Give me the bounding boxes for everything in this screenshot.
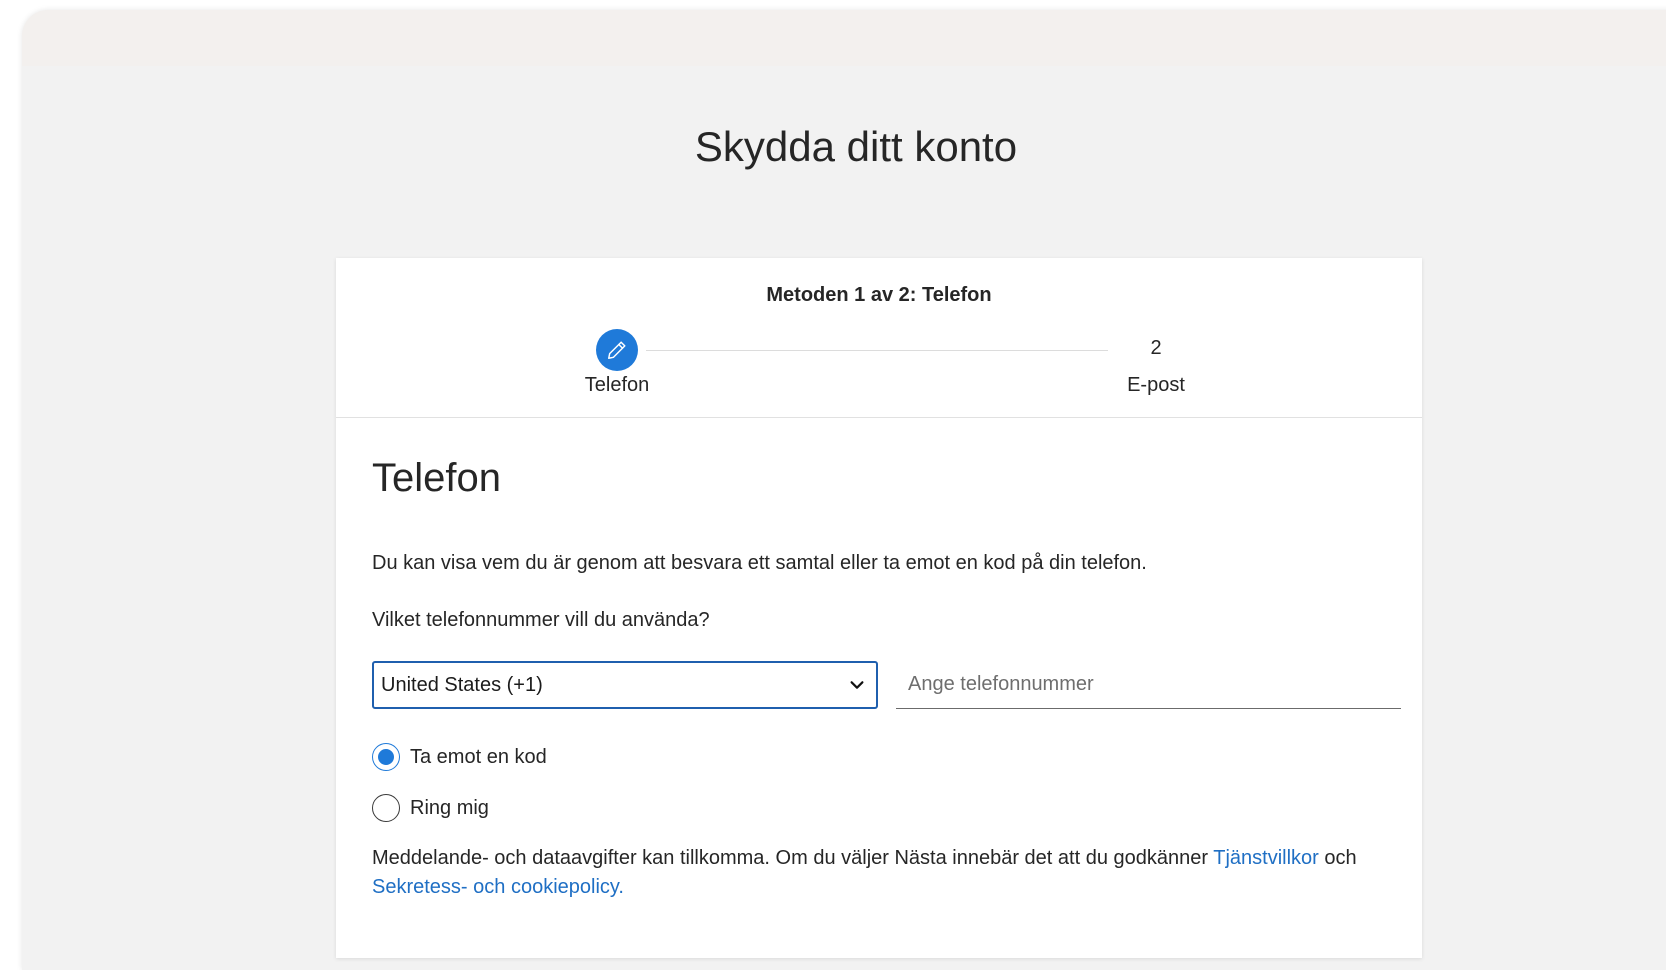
step-heading: Metoden 1 av 2: Telefon — [766, 284, 992, 306]
terms-link[interactable]: Tjänstvillkor — [1213, 847, 1319, 869]
browser-window: Skydda ditt konto Metoden 1 av 2: Telefo… — [22, 10, 1666, 970]
section-description: Du kan visa vem du är genom att besvara … — [372, 552, 1147, 574]
step-indicator: Metoden 1 av 2: Telefon Telefon 2 E-post — [336, 258, 1422, 418]
step-2-number: 2 — [1150, 337, 1162, 359]
pencil-icon — [608, 341, 626, 359]
chevron-down-icon — [850, 681, 864, 689]
charges-disclaimer: Meddelande- och dataavgifter kan tillkom… — [372, 844, 1392, 902]
phone-question: Vilket telefonnummer vill du använda? — [372, 609, 710, 631]
option-call-me-label: Ring mig — [410, 796, 489, 819]
phone-number-input[interactable] — [896, 661, 1401, 709]
option-call-me[interactable]: Ring mig — [372, 794, 489, 822]
country-code-select[interactable]: United States (+1) — [372, 661, 878, 709]
option-receive-code-label: Ta emot en kod — [410, 745, 547, 768]
step-1-label: Telefon — [584, 374, 650, 396]
privacy-link[interactable]: Sekretess- och cookiepolicy. — [372, 876, 624, 898]
step-1-indicator — [596, 329, 638, 371]
section-title: Telefon — [372, 456, 501, 500]
radio-receive-code[interactable] — [372, 743, 400, 771]
radio-call-me[interactable] — [372, 794, 400, 822]
page-title: Skydda ditt konto — [694, 123, 1018, 170]
top-bar — [22, 10, 1666, 66]
country-code-value: United States (+1) — [381, 673, 543, 696]
option-receive-code[interactable]: Ta emot en kod — [372, 743, 547, 771]
radio-selected-dot — [378, 749, 394, 765]
setup-card: Metoden 1 av 2: Telefon Telefon 2 E-post… — [336, 258, 1422, 958]
step-2-label: E-post — [1127, 374, 1185, 396]
disclaimer-conjunction: och — [1318, 847, 1357, 869]
disclaimer-text: Meddelande- och dataavgifter kan tillkom… — [372, 847, 1214, 869]
step-progress-line — [646, 350, 1108, 351]
